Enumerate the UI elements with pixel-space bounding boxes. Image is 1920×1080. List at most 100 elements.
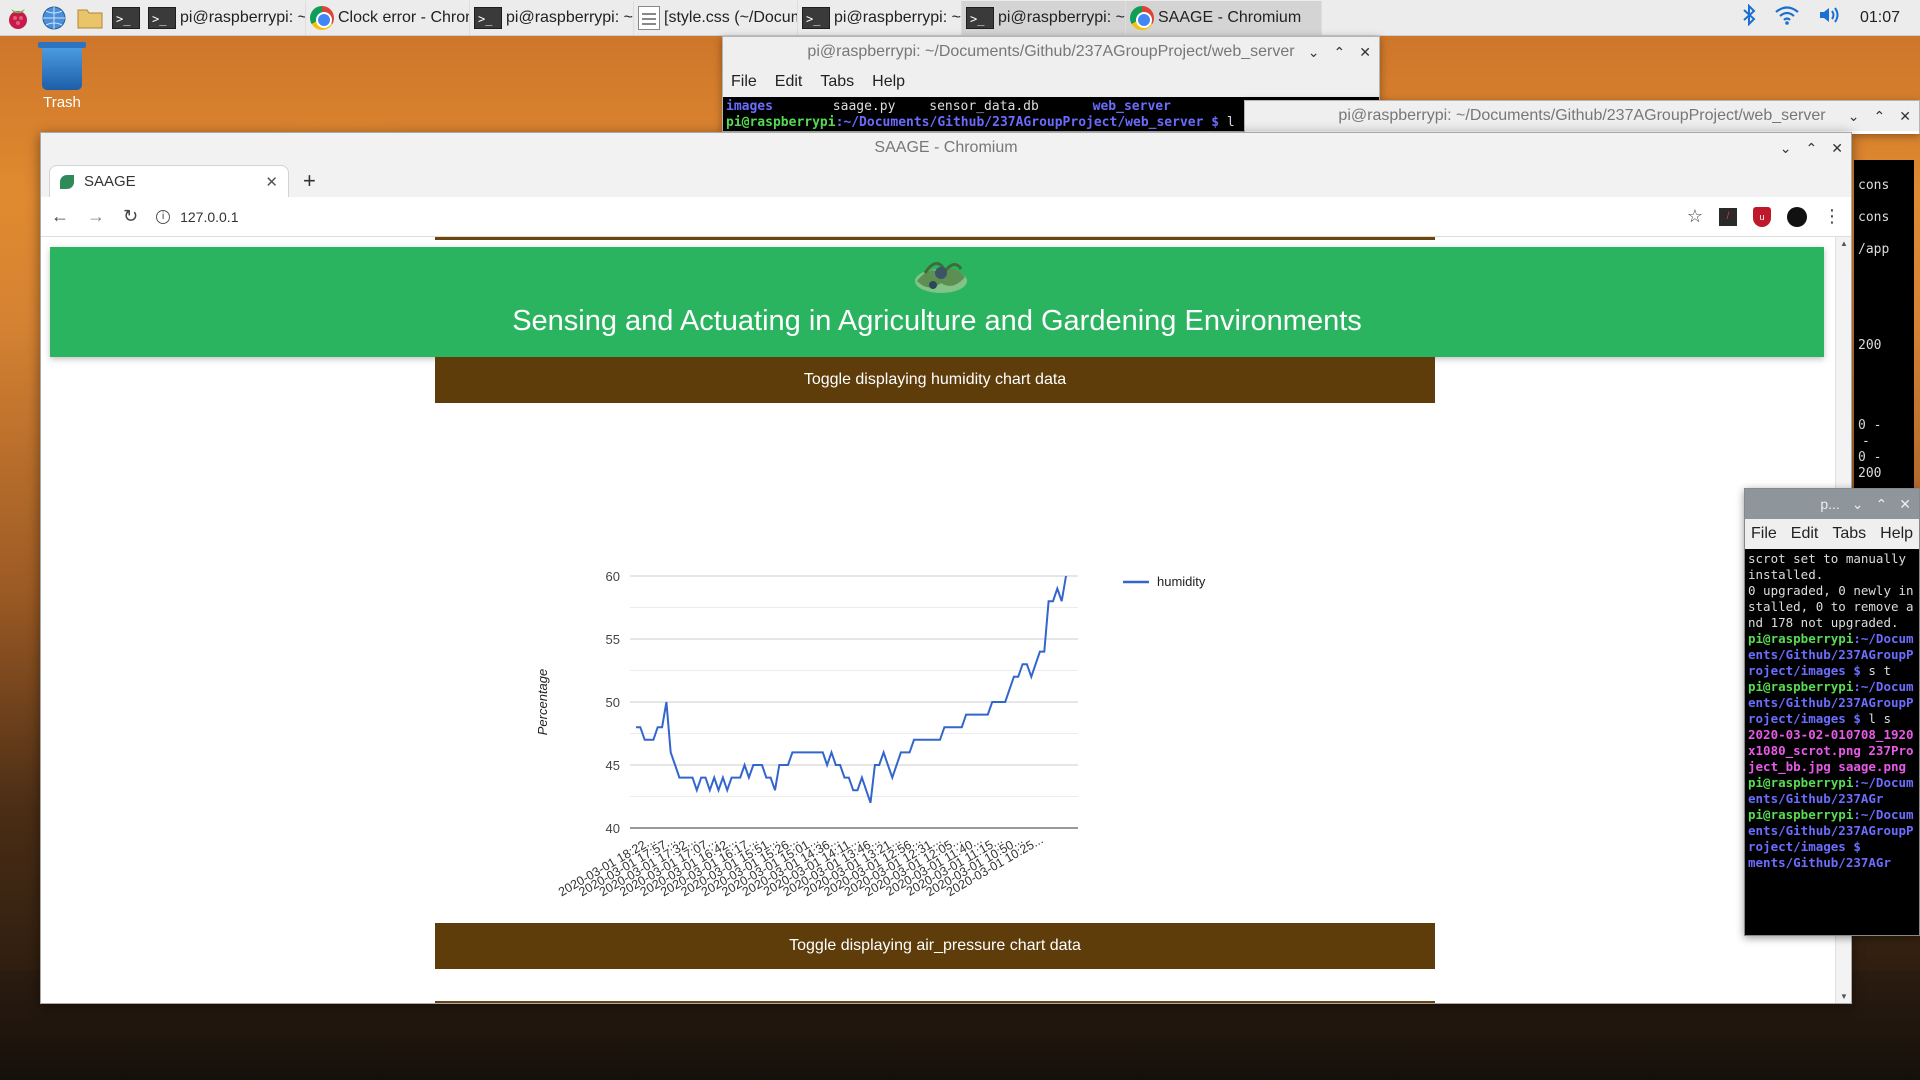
maximize-icon[interactable]: ⌃ [1876, 496, 1888, 513]
tab-strip: SAAGE ✕ + [41, 163, 1851, 197]
prompt-user: pi@raspberrypi [726, 115, 836, 130]
minimize-icon[interactable]: ⌄ [1780, 140, 1792, 157]
back-arrow-icon[interactable]: ← [51, 206, 69, 227]
taskbar-task-terminal-3[interactable]: >_pi@raspberrypi: ~/Do... [798, 0, 962, 35]
y-axis-label: Percentage [535, 669, 550, 736]
chromium-icon [1130, 5, 1154, 30]
close-icon[interactable]: ✕ [1899, 496, 1911, 513]
raspberry-menu-icon[interactable] [0, 0, 36, 36]
extension-icon[interactable]: / [1719, 207, 1737, 226]
task-label: pi@raspberrypi: ~/Do... [506, 8, 633, 26]
wifi-icon[interactable] [1774, 5, 1800, 30]
window-titlebar[interactable]: SAAGE - Chromium ⌄ ⌃ ✕ [41, 133, 1851, 163]
maximize-icon[interactable]: ⌃ [1806, 140, 1818, 157]
terminal-line: 0 - [1858, 450, 1882, 465]
tab-close-icon[interactable]: ✕ [265, 173, 278, 191]
toggle-humidity-button[interactable]: Toggle displaying humidity chart data [435, 357, 1435, 403]
reload-icon[interactable]: ↻ [123, 206, 138, 227]
volume-icon[interactable] [1818, 5, 1842, 30]
forward-arrow-icon[interactable]: → [87, 206, 105, 227]
menu-edit[interactable]: Edit [1791, 525, 1819, 543]
taskbar-task-saage-chromium[interactable]: SAAGE - Chromium [1126, 0, 1322, 35]
web-browser-launcher-icon[interactable] [36, 0, 72, 36]
window-titlebar[interactable]: pi@raspberrypi: ~/Documents/Github/237AG… [723, 37, 1379, 67]
terminal-menubar: File Edit Tabs Help [1745, 519, 1919, 549]
site-header: Sensing and Actuating in Agriculture and… [50, 247, 1824, 357]
scroll-down-icon[interactable]: ▼ [1840, 992, 1848, 1001]
taskbar-task-clock-error[interactable]: Clock error - Chromium [306, 0, 470, 35]
menu-file[interactable]: File [731, 73, 757, 91]
profile-avatar[interactable] [1787, 206, 1807, 227]
browser-menu-icon[interactable]: ⋮ [1823, 206, 1841, 227]
terminal-window-back-2[interactable]: pi@raspberrypi: ~/Documents/Github/237AG… [1244, 100, 1920, 134]
window-title: SAAGE - Chromium [874, 139, 1018, 156]
window-title: pi@raspberrypi: ~/Documents/Github/237AG… [807, 43, 1295, 60]
plant-logo-icon [915, 262, 967, 293]
terminal-icon: >_ [802, 6, 830, 29]
menu-tabs[interactable]: Tabs [820, 73, 854, 91]
menu-tabs[interactable]: Tabs [1832, 525, 1866, 543]
browser-toolbar: ← → ↻ i 127.0.0.1 ☆ / u ⋮ [41, 197, 1851, 237]
terminal-line: scrot set to manually installed. [1748, 551, 1907, 582]
ublock-extension-icon[interactable]: u [1753, 206, 1771, 227]
terminal-output-partial[interactable]: cons cons /app 200 0 - - 0 - 200 [1854, 160, 1914, 490]
y-tick-label: 45 [606, 758, 620, 773]
window-titlebar[interactable]: p... ⌄ ⌃ ✕ [1745, 489, 1919, 519]
menu-file[interactable]: File [1751, 525, 1777, 543]
maximize-icon[interactable]: ⌃ [1334, 44, 1346, 61]
desktop-trash[interactable]: Trash [30, 42, 94, 111]
minimize-icon[interactable]: ⌄ [1852, 496, 1864, 513]
close-icon[interactable]: ✕ [1899, 108, 1911, 125]
terminal-launcher-icon[interactable]: >_ [108, 0, 144, 36]
terminal-line: 200 [1858, 466, 1882, 481]
tab-title: SAAGE [84, 173, 136, 190]
taskbar: >_ >_pi@raspberrypi: ~/Do... Clock error… [0, 0, 1920, 36]
legend-label: humidity [1157, 574, 1206, 589]
menu-help[interactable]: Help [1880, 525, 1913, 543]
address-bar[interactable]: i 127.0.0.1 [156, 209, 1669, 225]
minimize-icon[interactable]: ⌄ [1308, 44, 1320, 61]
taskbar-task-editor[interactable]: [style.css (~/Docume... [634, 0, 798, 35]
terminal-line: 200 [1858, 338, 1882, 353]
scroll-up-icon[interactable]: ▲ [1840, 239, 1848, 248]
prompt-path: :~/Documents/Github/237AGroupProject/web… [835, 115, 1220, 130]
task-label: [style.css (~/Docume... [664, 8, 797, 26]
ls-entry: images [726, 99, 773, 114]
maximize-icon[interactable]: ⌃ [1874, 108, 1886, 125]
file-manager-launcher-icon[interactable] [72, 0, 108, 36]
close-icon[interactable]: ✕ [1831, 140, 1843, 157]
terminal-line: cons [1858, 178, 1890, 193]
toggle-air-pressure-button[interactable]: Toggle displaying air_pressure chart dat… [435, 923, 1435, 969]
chromium-window[interactable]: SAAGE - Chromium ⌄ ⌃ ✕ SAAGE ✕ + ← → ↻ i… [40, 132, 1852, 1004]
taskbar-task-terminal-1[interactable]: >_pi@raspberrypi: ~/Do... [144, 0, 306, 35]
window-title: pi@raspberrypi: ~/Documents/Github/237AG… [1338, 107, 1826, 124]
site-info-icon[interactable]: i [156, 209, 171, 224]
trash-label: Trash [43, 94, 81, 111]
menu-help[interactable]: Help [872, 73, 905, 91]
bluetooth-icon[interactable] [1742, 3, 1756, 31]
page-viewport[interactable]: Sensing and Actuating in Agriculture and… [41, 237, 1836, 1003]
taskbar-task-terminal-4[interactable]: >_pi@raspberrypi: ~/Do... [962, 0, 1126, 35]
menu-edit[interactable]: Edit [775, 73, 803, 91]
close-icon[interactable]: ✕ [1359, 44, 1371, 61]
terminal-line: pi@raspberrypi:~/Documents/Github/237AGr… [1748, 679, 1914, 726]
bookmark-star-icon[interactable]: ☆ [1687, 206, 1703, 227]
tab-saage[interactable]: SAAGE ✕ [49, 165, 289, 197]
section-divider [435, 237, 1435, 240]
humidity-series-line [636, 575, 1067, 804]
new-tab-plus-icon[interactable]: + [303, 165, 316, 197]
terminal-window-small[interactable]: p... ⌄ ⌃ ✕ File Edit Tabs Help scrot set… [1744, 488, 1920, 936]
task-label: Clock error - Chromium [338, 8, 469, 26]
terminal-line: 0 - [1858, 418, 1882, 433]
minimize-icon[interactable]: ⌄ [1848, 108, 1860, 125]
section-divider [435, 1001, 1435, 1003]
terminal-icon: >_ [966, 6, 994, 29]
taskbar-task-terminal-2[interactable]: >_pi@raspberrypi: ~/Do... [470, 0, 634, 35]
y-tick-label: 40 [606, 821, 620, 836]
trash-icon [38, 42, 86, 90]
terminal-line: 0 upgraded, 0 newly installed, 0 to remo… [1748, 583, 1914, 630]
system-clock[interactable]: 01:07 [1860, 9, 1900, 27]
terminal-output[interactable]: scrot set to manually installed. 0 upgrad… [1745, 549, 1919, 935]
window-titlebar[interactable]: pi@raspberrypi: ~/Documents/Github/237AG… [1245, 101, 1919, 131]
y-tick-label: 50 [606, 695, 620, 710]
